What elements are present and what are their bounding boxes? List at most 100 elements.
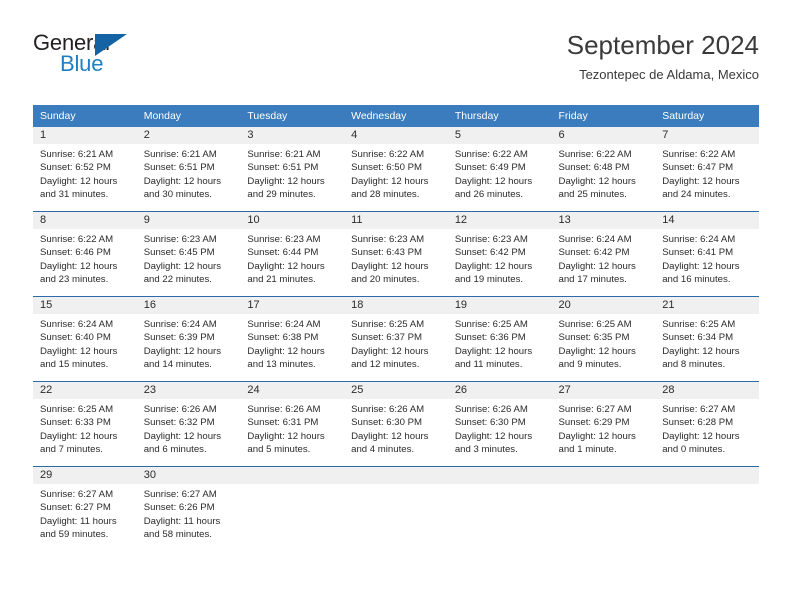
brand-name-blue: Blue (60, 51, 104, 76)
day-cell-details: Sunrise: 6:25 AM Sunset: 6:36 PM Daylight:… (448, 314, 552, 372)
sunset-text: Sunset: 6:51 PM (247, 162, 319, 174)
day-number (240, 467, 345, 484)
sunrise-text: Sunrise: 6:25 AM (558, 319, 632, 330)
day-cell-details: Sunrise: 6:22 AM Sunset: 6:46 PM Daylight:… (33, 229, 137, 287)
calendar-day-cell[interactable]: 9 Sunrise: 6:23 AM Sunset: 6:45 PM Daylight… (136, 211, 241, 297)
day-cell-details: Sunrise: 6:27 AM Sunset: 6:28 PM Daylight:… (655, 399, 759, 457)
calendar-empty-cell (551, 466, 656, 551)
sunset-text: Sunset: 6:40 PM (40, 332, 111, 344)
day-cell-inner: 2 Sunrise: 6:21 AM Sunset: 6:51 PM Daylight… (136, 127, 241, 211)
day-number: 19 (447, 297, 552, 314)
sunset-text: Sunset: 6:26 PM (143, 502, 215, 514)
calendar-day-cell[interactable]: 3 Sunrise: 6:21 AM Sunset: 6:51 PM Daylight… (240, 127, 345, 212)
sunrise-text: Sunrise: 6:22 AM (40, 234, 114, 245)
calendar-day-cell[interactable]: 29 Sunrise: 6:27 AM Sunset: 6:27 PM Dayligh… (33, 466, 137, 551)
day-number: 23 (136, 382, 241, 399)
day-cell-inner: 12 Sunrise: 6:23 AM Sunset: 6:42 PM Dayligh… (447, 212, 552, 296)
calendar-day-cell[interactable]: 16 Sunrise: 6:24 AM Sunset: 6:39 PM Dayligh… (136, 296, 241, 382)
calendar-day-cell[interactable]: 27 Sunrise: 6:27 AM Sunset: 6:29 PM Dayligh… (551, 381, 656, 467)
daylight-text: Daylight: 12 hours and 15 minutes. (40, 345, 118, 371)
day-cell-inner: 17 Sunrise: 6:24 AM Sunset: 6:38 PM Dayligh… (240, 297, 345, 381)
brand-logo[interactable]: General Blue (33, 28, 213, 84)
calendar-day-cell[interactable]: 25 Sunrise: 6:26 AM Sunset: 6:30 PM Dayligh… (344, 381, 448, 467)
calendar-day-cell[interactable]: 30 Sunrise: 6:27 AM Sunset: 6:26 PM Dayligh… (136, 466, 241, 551)
daylight-text: Daylight: 11 hours and 59 minutes. (40, 515, 117, 541)
day-cell-inner: 16 Sunrise: 6:24 AM Sunset: 6:39 PM Dayligh… (136, 297, 241, 381)
calendar-day-cell[interactable]: 22 Sunrise: 6:25 AM Sunset: 6:33 PM Dayligh… (33, 381, 137, 467)
daylight-text: Daylight: 12 hours and 13 minutes. (247, 345, 325, 371)
day-number: 2 (136, 127, 241, 144)
sunset-text: Sunset: 6:36 PM (454, 332, 526, 344)
calendar-day-cell[interactable]: 24 Sunrise: 6:26 AM Sunset: 6:31 PM Dayligh… (240, 381, 345, 467)
day-number: 11 (344, 212, 448, 229)
day-number: 20 (551, 297, 656, 314)
calendar-day-cell[interactable]: 19 Sunrise: 6:25 AM Sunset: 6:36 PM Dayligh… (447, 296, 552, 382)
day-cell-inner (344, 467, 448, 551)
daylight-text: Daylight: 12 hours and 25 minutes. (558, 175, 636, 201)
calendar-day-cell[interactable]: 11 Sunrise: 6:23 AM Sunset: 6:43 PM Dayligh… (344, 211, 448, 297)
calendar-day-cell[interactable]: 23 Sunrise: 6:26 AM Sunset: 6:32 PM Dayligh… (136, 381, 241, 467)
sunset-text: Sunset: 6:52 PM (40, 162, 111, 174)
day-cell-inner: 24 Sunrise: 6:26 AM Sunset: 6:31 PM Dayligh… (240, 382, 345, 466)
sunrise-text: Sunrise: 6:26 AM (351, 404, 425, 415)
daylight-text: Daylight: 12 hours and 9 minutes. (558, 345, 636, 371)
sunrise-text: Sunrise: 6:24 AM (40, 319, 114, 330)
day-cell-inner (551, 467, 656, 551)
weekday-header-thursday: Thursday (447, 105, 552, 127)
day-cell-details: Sunrise: 6:26 AM Sunset: 6:31 PM Daylight:… (240, 399, 344, 457)
sunset-text: Sunset: 6:35 PM (558, 332, 630, 344)
day-cell-details: Sunrise: 6:24 AM Sunset: 6:41 PM Daylight:… (655, 229, 759, 287)
day-cell-inner (447, 467, 552, 551)
daylight-text: Daylight: 11 hours and 58 minutes. (143, 515, 221, 541)
sunrise-text: Sunrise: 6:27 AM (558, 404, 632, 415)
daylight-text: Daylight: 12 hours and 31 minutes. (40, 175, 118, 201)
sunrise-text: Sunrise: 6:23 AM (454, 234, 528, 245)
daylight-text: Daylight: 12 hours and 16 minutes. (662, 260, 740, 286)
calendar-day-cell[interactable]: 4 Sunrise: 6:22 AM Sunset: 6:50 PM Daylight… (344, 127, 448, 212)
sunset-text: Sunset: 6:48 PM (558, 162, 630, 174)
day-cell-inner (655, 467, 759, 551)
calendar-day-cell[interactable]: 1 Sunrise: 6:21 AM Sunset: 6:52 PM Daylight… (33, 127, 137, 212)
calendar-day-cell[interactable]: 8 Sunrise: 6:22 AM Sunset: 6:46 PM Daylight… (33, 211, 137, 297)
day-number: 7 (655, 127, 759, 144)
day-cell-details: Sunrise: 6:23 AM Sunset: 6:44 PM Daylight:… (240, 229, 344, 287)
daylight-text: Daylight: 12 hours and 5 minutes. (247, 430, 325, 456)
calendar-day-cell[interactable]: 13 Sunrise: 6:24 AM Sunset: 6:42 PM Dayligh… (551, 211, 656, 297)
sunset-text: Sunset: 6:41 PM (662, 247, 734, 259)
calendar-day-cell[interactable]: 20 Sunrise: 6:25 AM Sunset: 6:35 PM Dayligh… (551, 296, 656, 382)
title-block: September 2024 Tezontepec de Aldama, Mex… (567, 28, 759, 85)
calendar-day-cell[interactable]: 21 Sunrise: 6:25 AM Sunset: 6:34 PM Dayligh… (655, 296, 759, 382)
calendar-day-cell[interactable]: 18 Sunrise: 6:25 AM Sunset: 6:37 PM Dayligh… (344, 296, 448, 382)
sunrise-text: Sunrise: 6:22 AM (454, 149, 528, 160)
sunset-text: Sunset: 6:43 PM (351, 247, 423, 259)
calendar-day-cell[interactable]: 17 Sunrise: 6:24 AM Sunset: 6:38 PM Dayligh… (240, 296, 345, 382)
day-number (344, 467, 448, 484)
calendar-day-cell[interactable]: 14 Sunrise: 6:24 AM Sunset: 6:41 PM Dayligh… (655, 211, 759, 297)
sunset-text: Sunset: 6:39 PM (143, 332, 215, 344)
sunset-text: Sunset: 6:32 PM (143, 417, 215, 429)
sunrise-text: Sunrise: 6:22 AM (558, 149, 632, 160)
sunrise-text: Sunrise: 6:27 AM (662, 404, 736, 415)
weekday-header-sunday: Sunday (33, 105, 137, 127)
sunset-text: Sunset: 6:31 PM (247, 417, 319, 429)
sunrise-text: Sunrise: 6:25 AM (351, 319, 425, 330)
calendar-day-cell[interactable]: 2 Sunrise: 6:21 AM Sunset: 6:51 PM Daylight… (136, 127, 241, 212)
calendar-day-cell[interactable]: 5 Sunrise: 6:22 AM Sunset: 6:49 PM Daylight… (447, 127, 552, 212)
sunrise-text: Sunrise: 6:24 AM (662, 234, 736, 245)
day-cell-details: Sunrise: 6:21 AM Sunset: 6:52 PM Daylight:… (33, 144, 137, 202)
day-cell-inner: 26 Sunrise: 6:26 AM Sunset: 6:30 PM Dayligh… (447, 382, 552, 466)
calendar-day-cell[interactable]: 26 Sunrise: 6:26 AM Sunset: 6:30 PM Dayligh… (447, 381, 552, 467)
calendar-day-cell[interactable]: 10 Sunrise: 6:23 AM Sunset: 6:44 PM Dayligh… (240, 211, 345, 297)
day-cell-details: Sunrise: 6:24 AM Sunset: 6:39 PM Daylight:… (137, 314, 241, 372)
calendar-day-cell[interactable]: 7 Sunrise: 6:22 AM Sunset: 6:47 PM Daylight… (655, 127, 759, 212)
day-cell-inner: 3 Sunrise: 6:21 AM Sunset: 6:51 PM Daylight… (240, 127, 345, 211)
calendar-day-cell[interactable]: 15 Sunrise: 6:24 AM Sunset: 6:40 PM Dayligh… (33, 296, 137, 382)
day-number: 1 (33, 127, 137, 144)
day-cell-details: Sunrise: 6:21 AM Sunset: 6:51 PM Daylight:… (137, 144, 241, 202)
calendar-day-cell[interactable]: 12 Sunrise: 6:23 AM Sunset: 6:42 PM Dayligh… (447, 211, 552, 297)
day-cell-details: Sunrise: 6:22 AM Sunset: 6:48 PM Daylight:… (552, 144, 656, 202)
daylight-text: Daylight: 12 hours and 21 minutes. (247, 260, 325, 286)
calendar-day-cell[interactable]: 6 Sunrise: 6:22 AM Sunset: 6:48 PM Daylight… (551, 127, 656, 212)
sunrise-text: Sunrise: 6:23 AM (143, 234, 217, 245)
calendar-day-cell[interactable]: 28 Sunrise: 6:27 AM Sunset: 6:28 PM Dayligh… (655, 381, 759, 467)
